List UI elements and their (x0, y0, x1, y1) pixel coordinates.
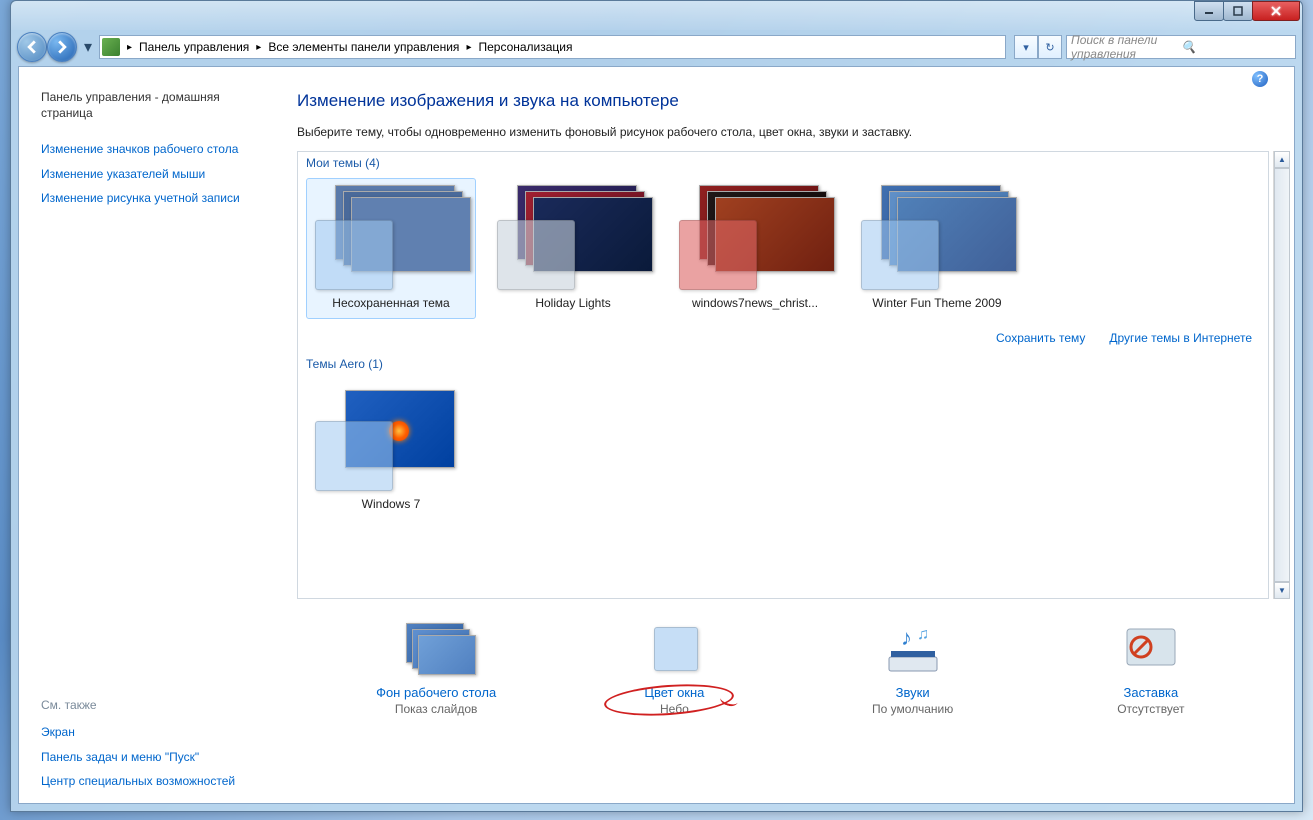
page-subtitle: Выберите тему, чтобы одновременно измени… (297, 125, 1290, 139)
save-theme-link[interactable]: Сохранить тему (996, 331, 1085, 345)
search-icon[interactable]: 🔍 (1181, 40, 1291, 54)
page-title: Изменение изображения и звука на компьют… (297, 91, 1290, 111)
more-themes-link[interactable]: Другие темы в Интернете (1109, 331, 1252, 345)
scroll-down-button[interactable]: ▼ (1274, 582, 1290, 599)
chevron-right-icon[interactable]: ▸ (124, 42, 135, 53)
breadcrumb: ▸ Панель управления ▸ Все элементы панел… (124, 38, 1003, 56)
sidebar-link-account-picture[interactable]: Изменение рисунка учетной записи (41, 186, 269, 210)
desktop-background-item[interactable]: Фон рабочего стола Показ слайдов (336, 623, 536, 716)
themes-container: Мои темы (4) Несохраненная тема (297, 151, 1269, 599)
sounds-icon: ♪♫ (879, 623, 947, 677)
chevron-right-icon[interactable]: ▸ (253, 42, 264, 53)
window-color-icon (640, 623, 708, 677)
sounds-link: Звуки (896, 685, 930, 700)
scroll-thumb[interactable] (1274, 168, 1290, 582)
search-placeholder: Поиск в панели управления (1071, 33, 1181, 61)
themes-scrollbar[interactable]: ▲ ▼ (1273, 151, 1290, 599)
bottom-settings-row: Фон рабочего стола Показ слайдов Цвет ок… (297, 599, 1290, 722)
theme-actions: Сохранить тему Другие темы в Интернете (298, 327, 1268, 353)
screensaver-value: Отсутствует (1117, 702, 1184, 716)
crumb-control-panel[interactable]: Панель управления (135, 38, 253, 56)
minimize-button[interactable] (1194, 1, 1224, 21)
svg-text:♫: ♫ (917, 626, 929, 643)
screensaver-link: Заставка (1124, 685, 1179, 700)
theme-label: Winter Fun Theme 2009 (872, 296, 1001, 312)
nav-arrows (17, 32, 77, 62)
close-button[interactable] (1252, 1, 1300, 21)
address-bar[interactable]: ▸ Панель управления ▸ Все элементы панел… (99, 35, 1006, 59)
theme-thumb (497, 185, 649, 290)
window-controls (1195, 1, 1300, 21)
search-input[interactable]: Поиск в панели управления 🔍 (1066, 35, 1296, 59)
sidebar-footer-link-ease-of-access[interactable]: Центр специальных возможностей (41, 769, 269, 793)
desktop-background-value: Показ слайдов (395, 702, 478, 716)
back-button[interactable] (17, 32, 47, 62)
scroll-track[interactable] (1274, 168, 1290, 582)
maximize-button[interactable] (1223, 1, 1253, 21)
theme-label: Несохраненная тема (332, 296, 449, 312)
address-toolbar: ▾ ↻ (1014, 35, 1062, 59)
sidebar-link-desktop-icons[interactable]: Изменение значков рабочего стола (41, 137, 269, 161)
sidebar-footer-link-display[interactable]: Экран (41, 720, 269, 744)
sounds-value: По умолчанию (872, 702, 953, 716)
theme-thumb (679, 185, 831, 290)
theme-windows7news-christmas[interactable]: windows7news_christ... (670, 178, 840, 319)
content-area: Панель управления - домашняя страница Из… (18, 66, 1295, 804)
theme-label: Windows 7 (362, 497, 421, 513)
crumb-personalization[interactable]: Персонализация (474, 38, 576, 56)
sidebar-footer-link-taskbar[interactable]: Панель задач и меню "Пуск" (41, 745, 269, 769)
history-dropdown-icon[interactable]: ▾ (81, 37, 95, 57)
screensaver-item[interactable]: Заставка Отсутствует (1051, 623, 1251, 716)
screensaver-icon (1117, 623, 1185, 677)
theme-label: Holiday Lights (535, 296, 610, 312)
navbar: ▾ ▸ Панель управления ▸ Все элементы пан… (11, 30, 1302, 64)
svg-text:♪: ♪ (901, 625, 912, 650)
chevron-right-icon[interactable]: ▸ (463, 42, 474, 53)
control-panel-window: ▾ ▸ Панель управления ▸ Все элементы пан… (10, 0, 1303, 812)
sidebar-link-mouse-pointers[interactable]: Изменение указателей мыши (41, 162, 269, 186)
aero-themes-grid: Windows 7 (298, 375, 1268, 528)
forward-button[interactable] (47, 32, 77, 62)
address-dropdown-button[interactable]: ▾ (1014, 35, 1038, 59)
window-color-item[interactable]: Цвет окна Небо (574, 623, 774, 716)
theme-label: windows7news_christ... (692, 296, 818, 312)
sounds-item[interactable]: ♪♫ Звуки По умолчанию (813, 623, 1013, 716)
theme-thumb (315, 185, 467, 290)
control-panel-icon (102, 38, 120, 56)
theme-unsaved[interactable]: Несохраненная тема (306, 178, 476, 319)
sidebar: Панель управления - домашняя страница Из… (19, 67, 279, 803)
scroll-up-button[interactable]: ▲ (1274, 151, 1290, 168)
main-panel: ? Изменение изображения и звука на компь… (279, 67, 1294, 803)
sidebar-footer-title: См. также (41, 698, 269, 712)
theme-holiday-lights[interactable]: Holiday Lights (488, 178, 658, 319)
theme-windows-7[interactable]: Windows 7 (306, 379, 476, 520)
theme-winter-fun[interactable]: Winter Fun Theme 2009 (852, 178, 1022, 319)
sidebar-home-link[interactable]: Панель управления - домашняя страница (41, 85, 269, 125)
section-my-themes: Мои темы (4) (298, 152, 1268, 174)
crumb-all-items[interactable]: Все элементы панели управления (264, 38, 463, 56)
help-icon[interactable]: ? (1252, 71, 1268, 87)
theme-thumb (861, 185, 1013, 290)
section-aero-themes: Темы Aero (1) (298, 353, 1268, 375)
desktop-background-link: Фон рабочего стола (376, 685, 496, 700)
titlebar (11, 1, 1302, 30)
theme-thumb (315, 386, 467, 491)
refresh-button[interactable]: ↻ (1038, 35, 1062, 59)
window-color-link: Цвет окна (644, 685, 704, 700)
sidebar-footer: См. также Экран Панель задач и меню "Пус… (41, 690, 269, 793)
window-color-value: Небо (660, 702, 689, 716)
desktop-background-icon (402, 623, 470, 677)
my-themes-grid: Несохраненная тема Holiday Lights (298, 174, 1268, 327)
